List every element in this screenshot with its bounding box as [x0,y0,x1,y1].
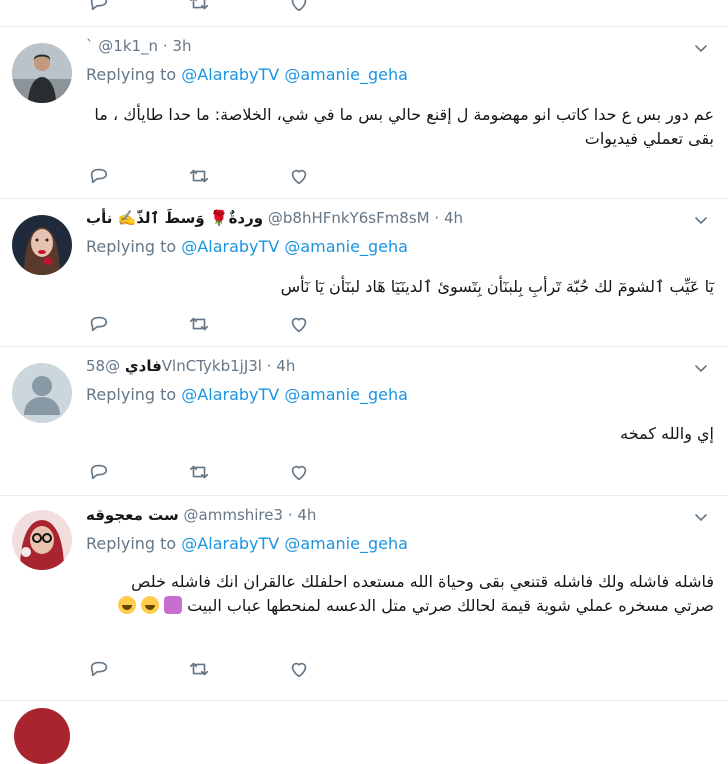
heart-icon[interactable] [288,658,310,680]
avatar[interactable] [12,215,72,275]
separator: · [162,37,168,55]
tweet-item[interactable]: فادي @58VlnCTykb1jJ3l · 4h Replying to @… [0,347,728,496]
mention-link[interactable]: @amanie_geha [284,534,408,553]
separator: · [266,357,272,375]
replying-to: Replying to @AlarabyTV @amanie_geha [86,385,408,404]
name-mark-icon: ` [86,37,94,55]
facepalm-emoji-icon [164,596,182,614]
avatar[interactable] [12,363,72,423]
retweet-icon[interactable] [188,165,210,187]
chevron-down-icon[interactable] [694,510,708,524]
tweet-item[interactable]: ` @1k1_n · 3h Replying to @AlarabyTV @am… [0,27,728,199]
chevron-down-icon[interactable] [694,41,708,55]
tweet-item[interactable]: ست معجوقه @ammshire3 · 4h Replying to @A… [0,496,728,701]
replying-to: Replying to @AlarabyTV @amanie_geha [86,237,408,256]
tweet-header: فادي @58VlnCTykb1jJ3l · 4h [86,357,688,379]
timestamp[interactable]: 4h [297,506,316,524]
retweet-icon[interactable] [188,313,210,335]
mention-link[interactable]: @AlarabyTV [181,385,279,404]
heart-icon[interactable] [288,165,310,187]
heart-icon[interactable] [288,313,310,335]
user-handle[interactable]: @58VlnCTykb1jJ3l [86,357,262,375]
avatar [14,708,70,764]
reply-icon[interactable] [88,658,110,680]
retweet-icon[interactable] [188,658,210,680]
mention-link[interactable]: @AlarabyTV [181,534,279,553]
user-handle[interactable]: @ammshire3 [184,506,284,524]
heart-icon[interactable] [288,461,310,483]
tweet-text-body: فاشله فاشله ولك فاشله قتنعي بقى وحياة ال… [131,572,714,615]
separator: · [287,506,293,524]
avatar[interactable] [12,510,72,570]
heart-icon[interactable] [288,0,310,14]
replying-to-label: Replying to [86,237,177,256]
mention-link[interactable]: @AlarabyTV [181,65,279,84]
laughing-emoji-icon [140,596,159,614]
tweet-header: ` @1k1_n · 3h [86,37,688,59]
reply-icon[interactable] [88,461,110,483]
user-handle[interactable]: @1k1_n [98,37,158,55]
tweet-text: يٓا عٓيِّب ٱلشومٓ لك حُبّة تٓرأبِ بِلبنٓ… [280,277,714,296]
mention-link[interactable]: @AlarabyTV [181,237,279,256]
chevron-down-icon[interactable] [694,361,708,375]
reply-icon[interactable] [88,0,110,14]
separator: · [434,209,440,227]
replying-to: Replying to @AlarabyTV @amanie_geha [86,65,408,84]
mention-link[interactable]: @amanie_geha [284,385,408,404]
tweet-header: ست معجوقه @ammshire3 · 4h [86,506,688,528]
user-handle[interactable]: @b8hHFnkY6sFm8sM [268,209,430,227]
user-name[interactable]: وردةٌ🌹 وَسطَ ٱلذّ✍️ نأب [86,209,263,227]
next-tweet-partial [0,700,728,764]
avatar[interactable] [12,43,72,103]
tweet-text: إي والله كمخه [620,424,714,443]
chevron-down-icon[interactable] [694,213,708,227]
laughing-emoji-icon [117,596,136,614]
tweet-text: فاشله فاشله ولك فاشله قتنعي بقى وحياة ال… [86,570,714,618]
replying-to-label: Replying to [86,534,177,553]
user-name[interactable]: ست معجوقه [86,506,179,524]
replying-to-label: Replying to [86,385,177,404]
mention-link[interactable]: @amanie_geha [284,237,408,256]
replying-to-label: Replying to [86,65,177,84]
previous-tweet-actions [0,0,728,27]
timestamp[interactable]: 3h [172,37,191,55]
tweet-header: وردةٌ🌹 وَسطَ ٱلذّ✍️ نأب @b8hHFnkY6sFm8sM… [86,209,688,231]
timestamp[interactable]: 4h [444,209,463,227]
retweet-icon[interactable] [188,0,210,14]
reply-icon[interactable] [88,165,110,187]
replying-to: Replying to @AlarabyTV @amanie_geha [86,534,408,553]
user-name[interactable]: فادي [125,357,162,375]
reply-icon[interactable] [88,313,110,335]
tweet-text: عم دور بس ع حدا كاتب انو مهضومة ل إقنع ح… [94,105,714,148]
timestamp[interactable]: 4h [276,357,295,375]
tweet-item[interactable]: وردةٌ🌹 وَسطَ ٱلذّ✍️ نأب @b8hHFnkY6sFm8sM… [0,199,728,347]
mention-link[interactable]: @amanie_geha [284,65,408,84]
retweet-icon[interactable] [188,461,210,483]
